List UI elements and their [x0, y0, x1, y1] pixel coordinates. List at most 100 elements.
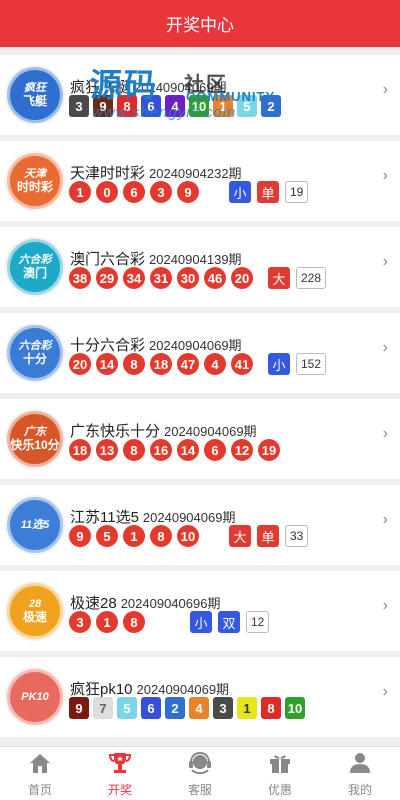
number-ball: 1: [96, 611, 118, 633]
tab-trophy[interactable]: 开奖: [80, 747, 160, 800]
tab-user[interactable]: 我的: [320, 747, 400, 800]
number-ball: 30: [177, 267, 199, 289]
number-ball: 18: [150, 353, 172, 375]
number-ball: 9: [69, 525, 91, 547]
number-square: 5: [237, 95, 257, 117]
number-ball: 13: [96, 439, 118, 461]
chevron-right-icon[interactable]: ›: [383, 511, 388, 529]
number-ball: 41: [231, 353, 253, 375]
result-numbers: 1 0 6 3 9 小单 19: [69, 180, 309, 204]
number-ball: 14: [96, 353, 118, 375]
chevron-right-icon[interactable]: ›: [383, 339, 388, 357]
number-square: 10: [189, 95, 209, 117]
sum-value: 228: [296, 267, 327, 289]
sum-value: 33: [285, 525, 309, 547]
user-icon: [347, 750, 373, 781]
number-ball: 5: [96, 525, 118, 547]
tab-headset[interactable]: 客服: [160, 747, 240, 800]
logo-line-1: 11选5: [20, 518, 50, 531]
lottery-card[interactable]: 11选5 江苏11选5 20240904069期 › 9 5 1 8 10 大单 33: [0, 485, 400, 565]
number-ball: 12: [231, 439, 253, 461]
gift-icon: [267, 750, 293, 781]
lottery-issue: 20240904232期: [149, 166, 242, 181]
result-summary: 大单 33: [229, 525, 309, 547]
number-ball: 38: [69, 267, 91, 289]
number-ball: 6: [123, 181, 145, 203]
result-numbers: 9 7 5 6 2 4 3 1 8 10: [69, 696, 309, 720]
number-square: 7: [93, 697, 113, 719]
logo-line-2: 时时彩: [16, 180, 53, 194]
tab-gift[interactable]: 优惠: [240, 747, 320, 800]
chevron-right-icon[interactable]: ›: [383, 81, 388, 99]
lottery-logo: 六合彩 澳门: [7, 239, 63, 295]
number-square: 6: [141, 697, 161, 719]
lottery-card[interactable]: 28 极速 极速28 20240904069​6期 › 3 1 8 小双 12: [0, 571, 400, 651]
lottery-logo: PK10: [7, 669, 63, 725]
lottery-card[interactable]: 广东 快乐10分 广东快乐十分 20240904069期 › 18 13 8 16 14 6 12 19: [0, 399, 400, 479]
lottery-logo: 28 极速: [7, 583, 63, 639]
lottery-issue: 20240904069期: [136, 682, 230, 697]
number-square: 8: [261, 697, 281, 719]
page-title: 开奖中心: [166, 16, 234, 35]
number-ball: 8: [123, 611, 145, 633]
lottery-card[interactable]: PK10 疯狂pk10 20240904069期 › 9 7 5 6 2 4 3 1 8 10: [0, 657, 400, 737]
number-square: 10: [285, 697, 305, 719]
number-ball: 3: [150, 181, 172, 203]
tab-home[interactable]: 首页: [0, 747, 80, 800]
home-icon: [27, 750, 53, 781]
number-square: 4: [189, 697, 209, 719]
number-ball: 1: [123, 525, 145, 547]
number-ball: 18: [69, 439, 91, 461]
tab-label: 开奖: [107, 782, 132, 797]
lottery-card[interactable]: 六合彩 十分 十分六合彩 20240904069期 › 20 14 8 18 47 4 41 小 152: [0, 313, 400, 393]
trophy-icon: [107, 750, 133, 781]
number-square: 1: [237, 697, 257, 719]
chevron-right-icon[interactable]: ›: [383, 167, 388, 185]
tab-label: 优惠: [267, 782, 292, 797]
logo-line-2: 极速: [22, 610, 47, 624]
number-square: 9: [69, 697, 89, 719]
attribute-tag: 小: [268, 353, 290, 375]
tab-label: 客服: [187, 782, 212, 797]
number-ball: 3: [69, 611, 91, 633]
sum-value: 12: [246, 611, 270, 633]
attribute-tag: 大: [229, 525, 251, 547]
number-ball: 1: [69, 181, 91, 203]
bottom-tab-bar: 首页 开奖 客服 优惠 我的: [0, 746, 400, 800]
lottery-issue: 20240904069​6期: [120, 596, 221, 611]
lottery-card[interactable]: 天津 时时彩 天津时时彩 20240904232期 › 1 0 6 3 9 小单 19: [0, 141, 400, 221]
lottery-logo: 六合彩 十分: [7, 325, 63, 381]
number-ball: 20: [231, 267, 253, 289]
chevron-right-icon[interactable]: ›: [383, 597, 388, 615]
lottery-logo: 天津 时时彩: [7, 153, 63, 209]
number-square: 1: [213, 95, 233, 117]
number-ball: 9: [177, 181, 199, 203]
chevron-right-icon[interactable]: ›: [383, 253, 388, 271]
number-ball: 46: [204, 267, 226, 289]
attribute-tag: 小: [190, 611, 212, 633]
tab-label: 我的: [347, 782, 372, 797]
sum-value: 19: [285, 181, 309, 203]
number-ball: 29: [96, 267, 118, 289]
number-ball: 47: [177, 353, 199, 375]
lottery-issue: 20240904139期: [149, 252, 242, 267]
result-numbers: 18 13 8 16 14 6 12 19: [69, 438, 295, 462]
chevron-right-icon[interactable]: ›: [383, 683, 388, 701]
number-square: 3: [69, 95, 89, 117]
logo-line-1: PK10: [21, 690, 49, 703]
chevron-right-icon[interactable]: ›: [383, 425, 388, 443]
number-ball: 19: [258, 439, 280, 461]
lottery-card[interactable]: 疯狂 飞艇 疯狂飞艇 20240904069期 › 3 9 8 6 4 10 1 5 2: [0, 55, 400, 135]
number-ball: 8: [123, 353, 145, 375]
lottery-card[interactable]: 六合彩 澳门 澳门六合彩 20240904139期 › 38 29 34 31 30 46 20 大 22…: [0, 227, 400, 307]
number-square: 2: [165, 697, 185, 719]
lottery-logo: 疯狂 飞艇: [7, 67, 63, 123]
attribute-tag: 单: [257, 525, 279, 547]
result-summary: 小单 19: [229, 181, 309, 203]
number-ball: 20: [69, 353, 91, 375]
lottery-logo: 广东 快乐10分: [7, 411, 63, 467]
lottery-issue: 20240904069期: [134, 80, 227, 95]
logo-line-2: 十分: [22, 352, 47, 366]
lottery-list: 疯狂 飞艇 疯狂飞艇 20240904069期 › 3 9 8 6 4 10 1 5 2 天津 时时彩 天津时时…: [0, 55, 400, 743]
lottery-logo: 11选5: [7, 497, 63, 553]
